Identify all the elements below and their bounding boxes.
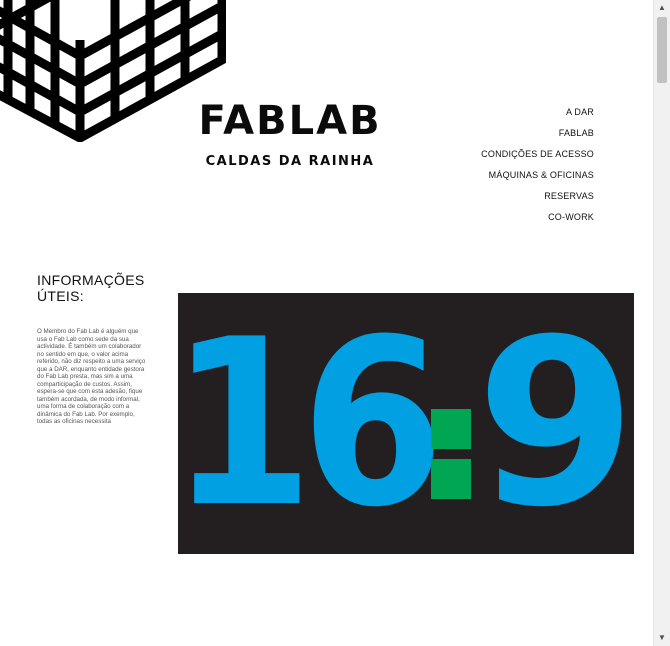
nav-item-co-work[interactable]: CO-WORK [481,207,594,228]
info-paragraph: O Membro do Fab Lab é alguém que usa o F… [37,328,146,425]
scroll-up-icon[interactable]: ▲ [654,0,670,16]
hero-colon-bottom [431,459,471,499]
hero-16-9-graphic: 16 9 [178,293,634,554]
nav-item-maquinas-oficinas[interactable]: MÁQUINAS & OFICINAS [481,165,594,186]
hero-digit-right: 9 [476,293,634,554]
main-nav: A DAR FABLAB CONDIÇÕES DE ACESSO MÁQUINA… [481,102,594,228]
hero-digits-left: 16 [178,293,434,554]
scrollbar-thumb[interactable] [657,17,667,83]
hero-colon-top [431,409,471,449]
nav-item-reservas[interactable]: RESERVAS [481,186,594,207]
site-subtitle: CALDAS DA RAINHA [205,154,375,169]
nav-item-a-dar[interactable]: A DAR [481,102,594,123]
nav-item-fablab[interactable]: FABLAB [481,123,594,144]
site-title[interactable]: FABLAB [190,98,390,144]
nav-item-condicoes-de-acesso[interactable]: CONDIÇÕES DE ACESSO [481,144,594,165]
vertical-scrollbar[interactable]: ▲ ▼ [653,0,670,646]
scroll-down-icon[interactable]: ▼ [654,630,670,646]
hero-image: 16 9 [178,293,634,554]
info-heading: INFORMAÇÕES ÚTEIS: [37,272,145,304]
page: FABLAB CALDAS DA RAINHA A DAR FABLAB CON… [0,0,654,646]
